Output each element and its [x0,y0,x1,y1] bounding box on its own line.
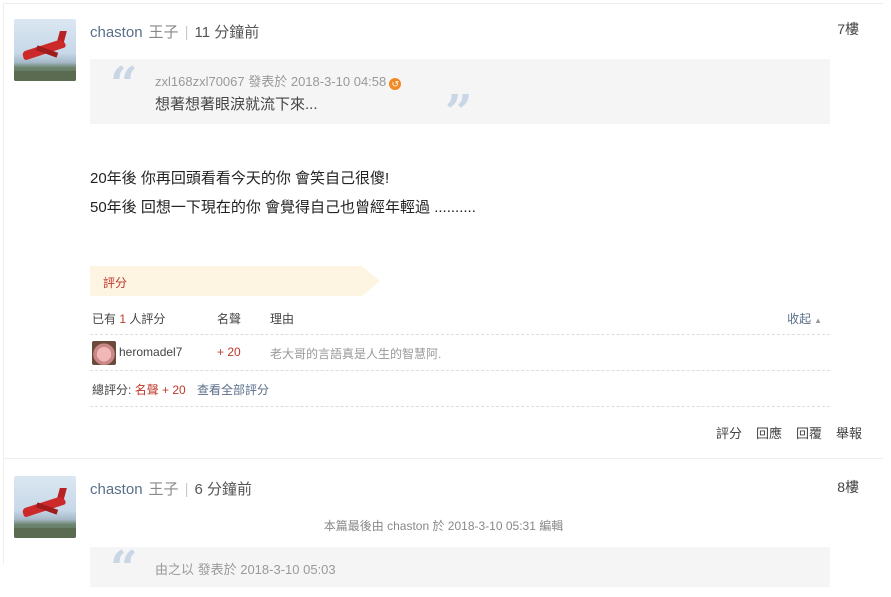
quote-open-icon: “ [110,57,138,113]
floor-number[interactable]: 7樓 [837,19,859,39]
rate-button[interactable]: 評分 [716,426,742,441]
rating-header-row: 已有 1 人評分 名聲 理由 收起 ▲ [90,300,830,335]
quote-text: 想著想著眼淚就流下來... [155,96,318,113]
quote-open-icon: “ [110,541,138,597]
collapse-button[interactable]: 收起 ▲ [787,310,822,327]
rating-table: 已有 1 人評分 名聲 理由 收起 ▲ heromadel7 + 20 老大哥的言… [90,300,830,407]
rating-score: + 20 [217,345,241,359]
view-all-ratings-link[interactable]: 查看全部評分 [197,381,269,398]
author-name[interactable]: chaston [90,481,143,498]
col-reason: 理由 [270,312,295,326]
author-avatar[interactable] [14,19,76,81]
rating-summary: 總評分: 名聲 + 20 [92,383,186,397]
rating-count: 已有 1 人評分 [92,312,166,326]
caret-up-icon: ▲ [814,316,822,325]
rating-summary-row: 總評分: 名聲 + 20 查看全部評分 [90,371,830,407]
author-title: 王子 [148,24,179,41]
quote-meta: zxl168zxl70067 發表於 2018-3-10 04:58 ↺ [155,71,402,90]
edit-notice: 本篇最後由 chaston 於 2018-3-10 05:31 編輯 [323,519,564,533]
rater-name[interactable]: heromadel7 [119,345,182,359]
rater-avatar[interactable] [92,341,116,365]
report-button[interactable]: 舉報 [836,426,862,441]
floor-number[interactable]: 8樓 [837,477,859,497]
back-arrow-icon[interactable]: ↺ [389,78,402,90]
reply-button[interactable]: 回覆 [796,426,822,441]
thread-page: chaston 王子 | 11 分鐘前 7樓 “ zxl168zxl70067 發表於… [3,3,883,593]
rating-entry-row: heromadel7 + 20 老大哥的言語真是人生的智慧阿. [90,335,830,371]
rating-tab: 評分 [90,266,380,296]
post-8: chaston 王子 | 6 分鐘前 8樓 本篇最後由 chaston 於 2018-… [4,462,883,593]
divider: | [184,481,189,498]
quote-close-icon: ” [445,85,473,141]
body-line: 50年後 回想一下現在的你 會覺得自己也曾經年輕過 .......... [90,199,476,216]
col-reputation: 名聲 [217,312,242,326]
post-actions: 評分 回應 回覆 舉報 [702,423,862,442]
author-title: 王子 [148,481,179,498]
post-body: 20年後 你再回頭看看今天的你 會笑自己很傻! 50年後 回想一下現在的你 會覺… [90,164,476,222]
quote-block: “ 由之以 發表於 2018-3-10 05:03 [90,545,830,593]
post-header: chaston 王子 | 6 分鐘前 [90,478,252,499]
quote-block: “ zxl168zxl70067 發表於 2018-3-10 04:58 ↺ 想著… [90,57,830,137]
body-line: 20年後 你再回頭看看今天的你 會笑自己很傻! [90,170,390,187]
divider: | [184,24,189,41]
rating-reason: 老大哥的言語真是人生的智慧阿. [270,347,442,361]
author-name[interactable]: chaston [90,24,143,41]
post-time: 6 分鐘前 [194,481,252,498]
quote-meta: 由之以 發表於 2018-3-10 05:03 [155,562,336,577]
post-7: chaston 王子 | 11 分鐘前 7樓 “ zxl168zxl70067 發表於… [4,4,883,459]
post-header: chaston 王子 | 11 分鐘前 [90,21,259,42]
post-time: 11 分鐘前 [194,24,260,41]
respond-button[interactable]: 回應 [756,426,782,441]
